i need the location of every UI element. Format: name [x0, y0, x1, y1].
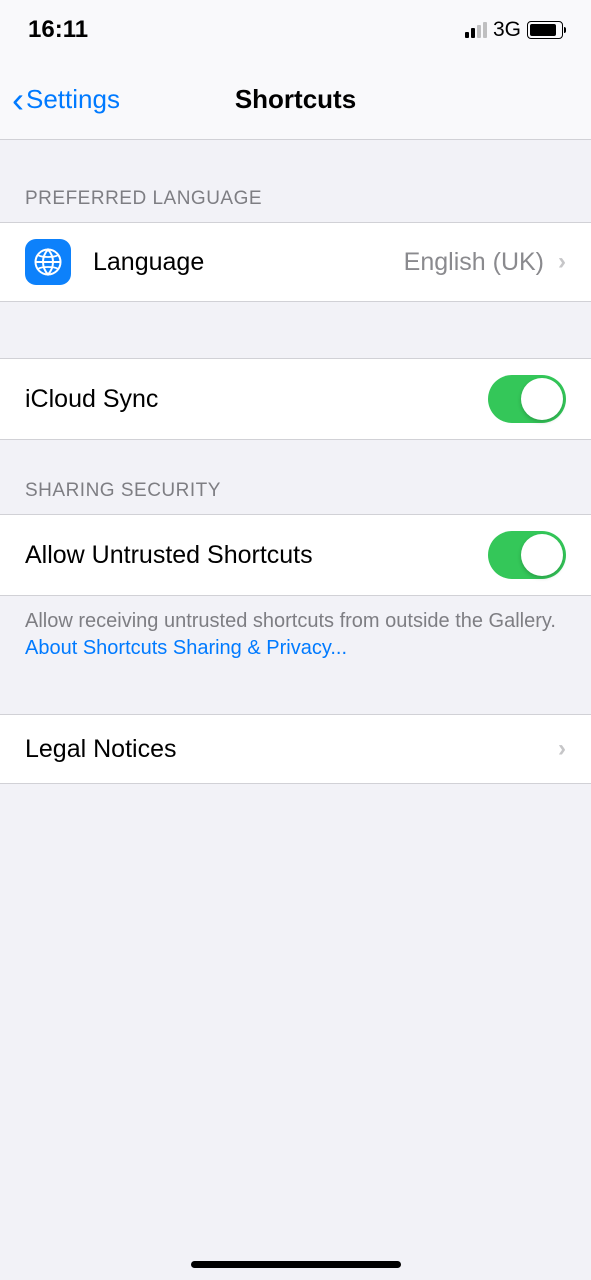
untrusted-shortcuts-label: Allow Untrusted Shortcuts	[25, 541, 488, 570]
chevron-right-icon: ›	[558, 735, 566, 763]
back-button[interactable]: ‹ Settings	[12, 82, 120, 118]
language-cell[interactable]: Language English (UK) ›	[0, 222, 591, 302]
status-indicators: 3G	[465, 18, 563, 42]
nav-bar: ‹ Settings Shortcuts	[0, 60, 591, 140]
legal-notices-cell[interactable]: Legal Notices ›	[0, 714, 591, 784]
chevron-left-icon: ‹	[12, 82, 24, 118]
language-label: Language	[93, 248, 404, 277]
untrusted-shortcuts-cell[interactable]: Allow Untrusted Shortcuts	[0, 514, 591, 596]
status-time: 16:11	[28, 16, 88, 44]
globe-icon	[25, 239, 71, 285]
chevron-right-icon: ›	[558, 248, 566, 276]
battery-icon	[527, 21, 563, 39]
security-footer: Allow receiving untrusted shortcuts from…	[0, 596, 591, 674]
page-title: Shortcuts	[235, 84, 356, 115]
status-bar: 16:11 3G	[0, 0, 591, 60]
legal-notices-label: Legal Notices	[25, 735, 558, 764]
privacy-link[interactable]: About Shortcuts Sharing & Privacy...	[25, 637, 347, 659]
icloud-sync-cell[interactable]: iCloud Sync	[0, 358, 591, 440]
language-value: English (UK)	[404, 248, 544, 277]
security-footer-text: Allow receiving untrusted shortcuts from…	[25, 610, 556, 632]
home-indicator[interactable]	[191, 1261, 401, 1268]
section-header-language: PREFERRED LANGUAGE	[0, 140, 591, 222]
section-header-security: SHARING SECURITY	[0, 440, 591, 514]
back-label: Settings	[26, 84, 120, 115]
untrusted-shortcuts-toggle[interactable]	[488, 531, 566, 579]
icloud-sync-label: iCloud Sync	[25, 385, 488, 414]
signal-icon	[465, 22, 487, 38]
network-label: 3G	[493, 18, 521, 42]
icloud-sync-toggle[interactable]	[488, 375, 566, 423]
